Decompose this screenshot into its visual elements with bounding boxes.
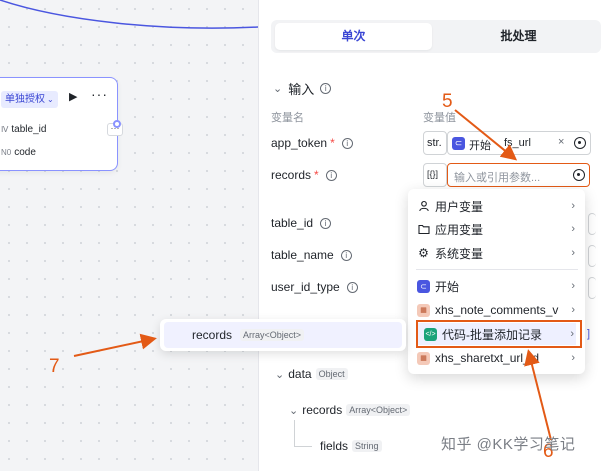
- info-icon[interactable]: i: [340, 249, 352, 261]
- output-tree-item[interactable]: fields String: [320, 439, 382, 453]
- more-icon[interactable]: ···: [91, 86, 108, 102]
- tree-connector: [294, 446, 312, 447]
- value-field-table-id[interactable]: [588, 213, 596, 235]
- chevron-right-icon: ›: [571, 247, 575, 259]
- chevron-right-icon: ›: [571, 352, 575, 364]
- value-field-table-name[interactable]: [588, 245, 596, 267]
- menu-item-xhs-sharetxt[interactable]: ▦ xhs_sharetxt_url_id ›: [408, 347, 585, 369]
- menu-divider: [416, 269, 578, 270]
- run-mode-tabs: 单次 批处理: [271, 20, 601, 53]
- type-selector-records[interactable]: [{}]: [423, 163, 447, 187]
- reference-icon[interactable]: [573, 169, 585, 181]
- menu-item-app-vars[interactable]: 应用变量 ›: [408, 218, 585, 240]
- start-node-icon: ⊂: [417, 279, 430, 293]
- chevron-right-icon: ›: [571, 280, 575, 292]
- reference-icon[interactable]: [574, 137, 586, 149]
- field-label-records: records * i: [271, 168, 337, 182]
- user-icon: [417, 200, 430, 213]
- folder-icon: [417, 223, 430, 236]
- field-label-table-id: table_id i: [271, 216, 332, 230]
- node-output-port[interactable]: [113, 120, 121, 128]
- field-label-app-token: app_token * i: [271, 136, 353, 150]
- popup-item-records[interactable]: records Array<Object>: [164, 322, 402, 348]
- value-field-app-token[interactable]: ⊂ 开始 fs_url ×: [447, 131, 591, 155]
- plugin-icon: ▦: [417, 303, 430, 317]
- tab-batch[interactable]: 批处理: [440, 23, 597, 50]
- output-tree-item[interactable]: ⌄ records Array<Object>: [289, 403, 411, 417]
- chevron-right-icon: ›: [571, 223, 575, 235]
- output-vars-popup: records Array<Object>: [160, 319, 406, 351]
- node-field-row: N0 code: [1, 147, 36, 158]
- menu-item-system-vars[interactable]: ⚙ 系统变量 ›: [408, 242, 585, 264]
- info-icon[interactable]: i: [320, 83, 332, 94]
- menu-item-start-node[interactable]: ⊂ 开始 ›: [408, 275, 585, 297]
- info-icon[interactable]: i: [341, 137, 353, 149]
- field-label-table-name: table_name i: [271, 248, 352, 262]
- info-icon[interactable]: i: [325, 169, 337, 181]
- highlight-box: [416, 320, 582, 348]
- records-input[interactable]: 输入或引用参数...: [447, 163, 590, 187]
- column-header-name: 变量名: [271, 112, 304, 124]
- tree-connector: [294, 420, 295, 446]
- play-icon[interactable]: ▶: [69, 90, 77, 103]
- annotation-label-7: 7: [49, 356, 60, 377]
- plugin-icon: ▦: [417, 351, 430, 365]
- menu-item-user-vars[interactable]: 用户变量 ›: [408, 195, 585, 217]
- chevron-down-icon: ⌄: [273, 83, 283, 95]
- connection-edge: [0, 0, 258, 29]
- info-icon[interactable]: i: [320, 217, 332, 229]
- close-icon[interactable]: ×: [558, 136, 564, 148]
- field-label-user-id-type: user_id_type i: [271, 280, 358, 294]
- chevron-down-icon: ⌄: [275, 368, 285, 381]
- start-node-icon: ⊂: [452, 137, 465, 150]
- tab-single[interactable]: 单次: [275, 23, 432, 50]
- chevron-down-icon: ⌄: [47, 95, 54, 104]
- annotation-label-5: 5: [442, 91, 453, 112]
- type-selector-app-token[interactable]: str.: [423, 131, 447, 155]
- input-section-header[interactable]: ⌄ 输入 i: [273, 79, 332, 98]
- chevron-right-icon: ›: [571, 304, 575, 316]
- panel-edge-hint: ]: [587, 328, 591, 340]
- gear-icon: ⚙: [418, 246, 429, 260]
- value-field-user-id-type[interactable]: [588, 277, 596, 299]
- chevron-right-icon: ›: [571, 200, 575, 212]
- node-field-row: Ⅳ table_id: [1, 124, 47, 135]
- info-icon[interactable]: i: [346, 281, 358, 293]
- watermark: 知乎 @KK学习笔记: [441, 436, 576, 453]
- chevron-down-icon: ⌄: [289, 404, 299, 417]
- output-tree-item[interactable]: ⌄ data Object: [275, 367, 348, 381]
- menu-item-xhs-note-comments[interactable]: ▦ xhs_note_comments_v ›: [408, 299, 585, 321]
- auth-mode-badge[interactable]: 单独授权 ⌄: [1, 91, 58, 108]
- plugin-node[interactable]: 单独授权 ⌄ ▶ ··· Ⅳ table_id N0 code: [0, 77, 118, 171]
